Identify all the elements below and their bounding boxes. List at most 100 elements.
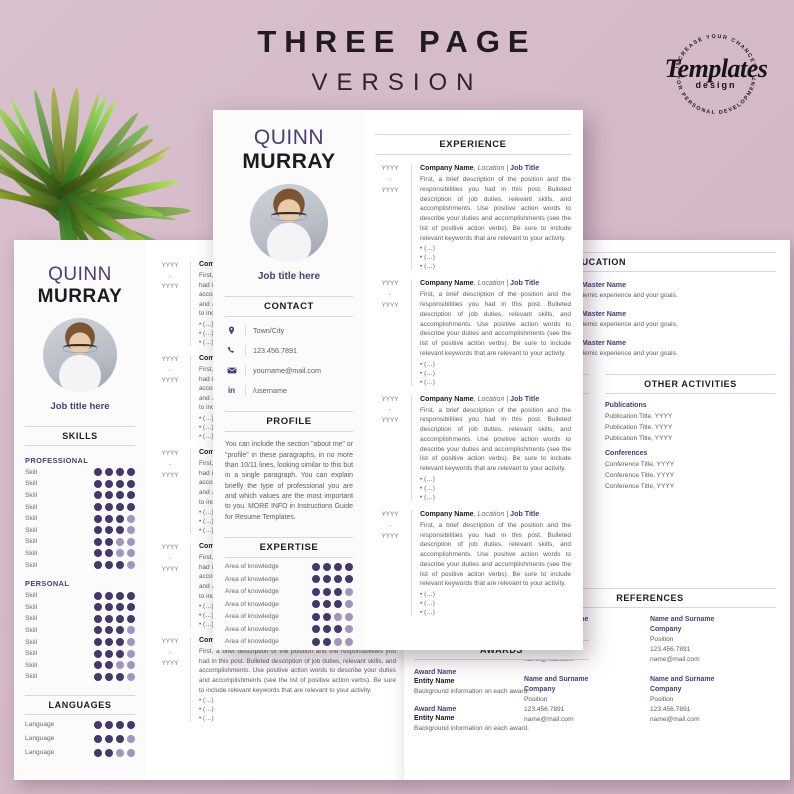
dot-empty (345, 625, 353, 634)
avatar (250, 184, 328, 263)
dot-filled (334, 562, 342, 571)
dot-empty (334, 637, 342, 646)
brand-logo: INCREASE YOUR CHANCES FOR PERSONAL DEVEL… (660, 22, 772, 118)
dot-filled (116, 638, 124, 646)
experience-description: First, a brief description of the positi… (199, 648, 396, 694)
expertise-row: Area of knowledge (225, 562, 353, 571)
company-location: , Location | (473, 509, 511, 518)
location-pin-icon (225, 324, 238, 337)
experience-years: YYYY - YYYY (375, 510, 405, 616)
language-label: Language (25, 721, 55, 729)
year-to: YYYY (381, 302, 399, 310)
award-entity: Entity Name (414, 714, 455, 722)
dot-filled (105, 672, 113, 681)
dot-filled (105, 748, 113, 757)
award-name: Award Name (414, 669, 457, 676)
dot-filled (345, 562, 353, 571)
contact-separator (245, 325, 246, 337)
language-row: Language (25, 748, 135, 757)
experience-body: Company Name, Location | Job Title First,… (411, 164, 571, 271)
experience-description: First, a brief description of the positi… (420, 521, 571, 588)
dot-filled (94, 734, 102, 743)
section-title-contact: CONTACT (225, 296, 353, 318)
dot-empty (127, 561, 135, 570)
first-name: QUINN (253, 126, 325, 149)
skill-label: Skill (25, 638, 38, 646)
dot-filled (312, 575, 320, 584)
expertise-label: Area of knowledge (225, 613, 279, 621)
dot-filled (94, 468, 102, 477)
dot-empty (127, 514, 135, 523)
dot-filled (334, 587, 342, 596)
experience-list: YYYY-YYYYCompany Name, Location | Job Ti… (375, 164, 571, 616)
language-label: Language (25, 749, 55, 757)
contact-row: 123.456.7891 (225, 344, 353, 357)
rating-dots (94, 468, 135, 477)
rating-dots (94, 591, 135, 600)
section-title-profile: PROFILE (225, 411, 353, 433)
dot-filled (116, 626, 124, 635)
rating-dots (312, 575, 353, 584)
dot-empty (116, 661, 124, 670)
section-title-languages: LANGUAGES (25, 694, 135, 715)
expertise-row: Area of knowledge (225, 612, 353, 621)
dot-filled (94, 661, 102, 670)
dot-empty (127, 734, 135, 743)
job-title: Job title here (257, 271, 321, 283)
experience-bullet: • (…) (199, 715, 214, 723)
last-name: MURRAY (242, 150, 336, 174)
dot-filled (116, 561, 124, 570)
dot-filled (116, 503, 124, 512)
dot-empty (127, 549, 135, 558)
dot-filled (312, 637, 320, 646)
dot-filled (116, 649, 124, 658)
skill-label: Skill (25, 468, 38, 476)
dot-filled (334, 625, 342, 634)
experience-bullet: • (…) (420, 484, 435, 492)
skill-row: Skill (25, 649, 135, 658)
year-to: YYYY (381, 417, 399, 425)
skill-row: Skill (25, 591, 135, 600)
dot-filled (105, 603, 113, 612)
dot-filled (105, 561, 113, 570)
experience-entry: YYYY - YYYY Company Name, Location | Job Ti… (375, 279, 571, 386)
experience-years: YYYY - YYYY (375, 164, 405, 270)
skill-label: Skill (25, 615, 38, 623)
experience-header: Company Name, Location | Job Title (420, 395, 571, 403)
experience-bullet: • (…) (420, 591, 435, 598)
page1-sidebar: QUINN MURRAY Job title here SKILLS PROFE… (14, 240, 146, 780)
skill-row: Skill (25, 614, 135, 623)
experience-years: YYYY - YYYY (156, 449, 184, 534)
dot-filled (105, 661, 113, 670)
experience-years: YYYY - YYYY (156, 261, 184, 346)
dot-filled (94, 537, 102, 546)
year-from: YYYY (381, 165, 399, 172)
rating-dots (94, 491, 135, 500)
dot-filled (94, 748, 102, 757)
dot-filled (127, 503, 135, 512)
year-separator: - (388, 175, 392, 183)
dot-filled (116, 491, 124, 500)
rating-dots (94, 614, 135, 623)
job-title-text: Job Title (510, 394, 540, 403)
logo-subtext: design (695, 80, 737, 90)
year-separator: - (388, 406, 392, 414)
dot-filled (94, 561, 102, 570)
resume-page-2[interactable]: QUINN MURRAY Job title here CONTACT Town… (213, 110, 583, 650)
year-separator: - (168, 460, 172, 468)
award-description: Background information on each award. (414, 724, 529, 732)
rating-dots (312, 600, 353, 609)
dot-filled (105, 591, 113, 600)
contact-value: Town/City (253, 326, 285, 336)
dot-filled (345, 575, 353, 584)
phone-icon (225, 344, 238, 357)
skill-row: Skill (25, 638, 135, 646)
dot-filled (323, 612, 331, 621)
company-name: Company Name (420, 164, 474, 172)
skill-label: Skill (25, 673, 38, 681)
contact-row: in/username (225, 384, 353, 397)
dot-empty (334, 612, 342, 621)
skill-row: Skill (25, 549, 135, 558)
skill-row: Skill (25, 661, 135, 670)
year-to: YYYY (161, 283, 179, 291)
